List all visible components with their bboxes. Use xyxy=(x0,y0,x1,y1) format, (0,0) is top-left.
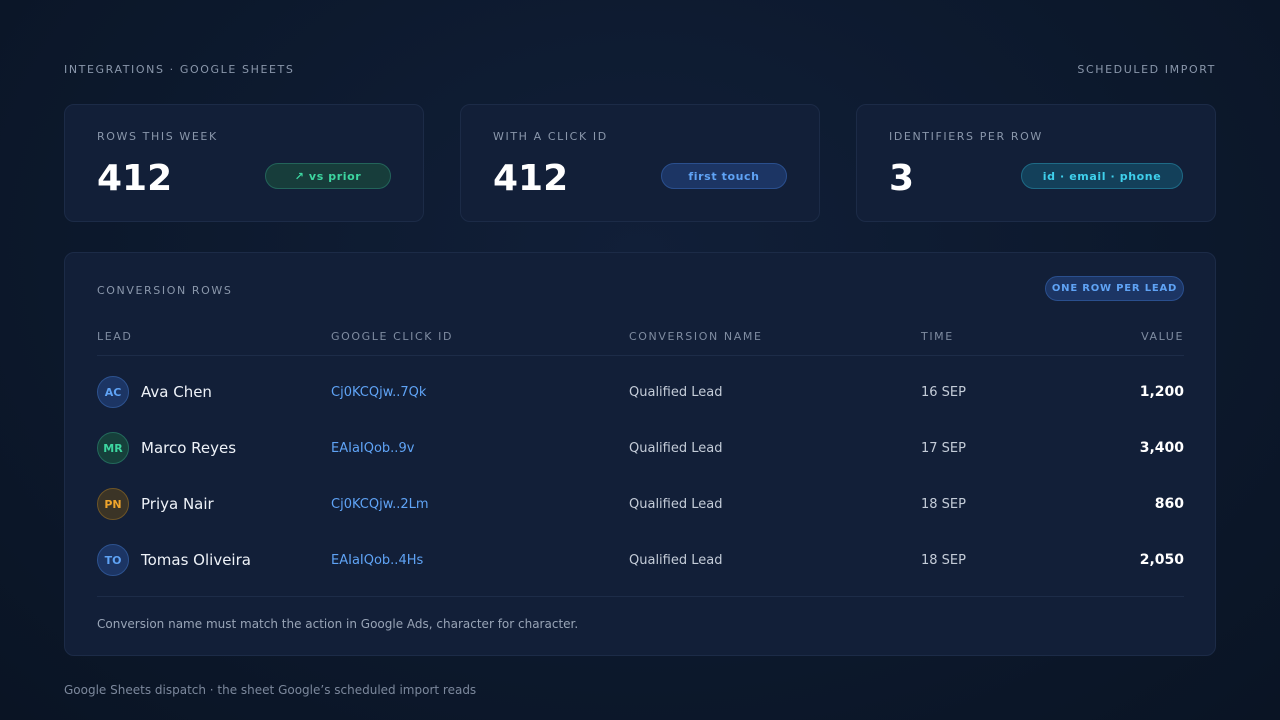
table-header: LEAD GOOGLE CLICK ID CONVERSION NAME TIM… xyxy=(97,330,1184,356)
attribution-badge: first touch xyxy=(661,163,787,189)
column-header-time: TIME xyxy=(921,330,954,343)
lead-name: Marco Reyes xyxy=(141,439,237,457)
click-id: Cj0KCQjw..2Lm xyxy=(331,497,429,512)
conversion-value: 2,050 xyxy=(1139,552,1184,568)
table-divider xyxy=(97,596,1184,597)
panel-title: CONVERSION ROWS xyxy=(97,284,233,297)
conversion-time: 17 SEP xyxy=(921,441,966,456)
conversion-value: 1,200 xyxy=(1139,384,1184,400)
avatar: MR xyxy=(97,432,129,464)
conversion-name: Qualified Lead xyxy=(629,385,723,400)
table-row[interactable]: MR Marco Reyes EAIaIQob..9v Qualified Le… xyxy=(97,420,1184,476)
conversion-time: 18 SEP xyxy=(921,553,966,568)
stat-card-with-click-id: WITH A CLICK ID 412 first touch xyxy=(460,104,820,222)
identifiers-badge: id · email · phone xyxy=(1021,163,1183,189)
stat-value: 412 xyxy=(493,158,569,199)
one-row-per-lead-badge: ONE ROW PER LEAD xyxy=(1045,276,1184,301)
stat-label: ROWS THIS WEEK xyxy=(97,130,218,143)
table-body: AC Ava Chen Cj0KCQjw..7Qk Qualified Lead… xyxy=(97,364,1184,588)
lead-name: Tomas Oliveira xyxy=(141,551,251,569)
conversion-value: 860 xyxy=(1154,496,1184,512)
conversion-name: Qualified Lead xyxy=(629,441,723,456)
conversion-name-note: Conversion name must match the action in… xyxy=(97,617,579,631)
stat-card-identifiers-per-row: IDENTIFIERS PER ROW 3 id · email · phone xyxy=(856,104,1216,222)
avatar: TO xyxy=(97,544,129,576)
table-row[interactable]: TO Tomas Oliveira EAIaIQob..4Hs Qualifie… xyxy=(97,532,1184,588)
click-id: EAIaIQob..9v xyxy=(331,441,415,456)
column-header-lead: LEAD xyxy=(97,330,133,343)
scheduled-import-label: SCHEDULED IMPORT xyxy=(1077,63,1216,76)
breadcrumb: INTEGRATIONS · GOOGLE SHEETS xyxy=(64,63,295,76)
column-header-conversion-name: CONVERSION NAME xyxy=(629,330,763,343)
top-bar: INTEGRATIONS · GOOGLE SHEETS SCHEDULED I… xyxy=(64,63,1216,76)
conversion-time: 16 SEP xyxy=(921,385,966,400)
avatar: AC xyxy=(97,376,129,408)
conversion-name: Qualified Lead xyxy=(629,497,723,512)
lead-name: Ava Chen xyxy=(141,383,212,401)
table-row[interactable]: PN Priya Nair Cj0KCQjw..2Lm Qualified Le… xyxy=(97,476,1184,532)
conversion-time: 18 SEP xyxy=(921,497,966,512)
click-id: Cj0KCQjw..7Qk xyxy=(331,385,427,400)
click-id: EAIaIQob..4Hs xyxy=(331,553,424,568)
conversion-rows-panel: CONVERSION ROWS ONE ROW PER LEAD LEAD GO… xyxy=(64,252,1216,656)
conversion-name: Qualified Lead xyxy=(629,553,723,568)
stat-label: IDENTIFIERS PER ROW xyxy=(889,130,1043,143)
stat-card-rows-this-week: ROWS THIS WEEK 412 ↗ vs prior xyxy=(64,104,424,222)
stat-label: WITH A CLICK ID xyxy=(493,130,608,143)
trend-badge: ↗ vs prior xyxy=(265,163,391,189)
stats-row: ROWS THIS WEEK 412 ↗ vs prior WITH A CLI… xyxy=(64,104,1216,222)
table-row[interactable]: AC Ava Chen Cj0KCQjw..7Qk Qualified Lead… xyxy=(97,364,1184,420)
lead-name: Priya Nair xyxy=(141,495,214,513)
column-header-value: VALUE xyxy=(1141,330,1184,343)
stat-value: 412 xyxy=(97,158,173,199)
column-header-click-id: GOOGLE CLICK ID xyxy=(331,330,454,343)
footer-caption: Google Sheets dispatch · the sheet Googl… xyxy=(64,683,477,697)
conversion-value: 3,400 xyxy=(1139,440,1184,456)
avatar: PN xyxy=(97,488,129,520)
stat-value: 3 xyxy=(889,158,915,199)
